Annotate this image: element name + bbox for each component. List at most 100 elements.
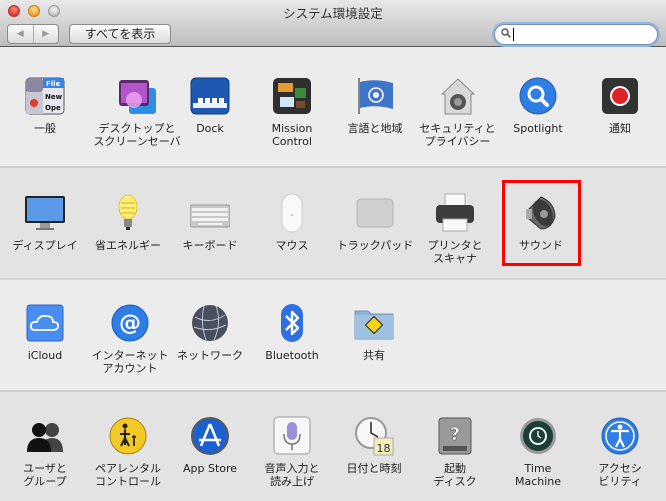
pane-label: 言語と地域 — [347, 122, 403, 135]
pane-icloud[interactable]: iCloud — [5, 303, 85, 362]
dock-icon — [190, 76, 230, 116]
network-globe-icon — [190, 303, 230, 343]
bluetooth-icon — [272, 303, 312, 343]
general-icon: File New Ope — [25, 76, 65, 116]
svg-text:File: File — [46, 80, 61, 88]
section-personal: File New Ope 一般 デスクトップと スクリーンセーバ Dock Mi… — [0, 47, 666, 166]
pane-label: Spotlight — [513, 122, 563, 135]
back-forward-control: ◀ ▶ — [7, 24, 59, 44]
pane-bluetooth[interactable]: Bluetooth — [252, 303, 332, 362]
display-monitor-icon — [25, 193, 65, 233]
notifications-record-icon — [600, 76, 640, 116]
pane-displays[interactable]: ディスプレイ — [5, 193, 85, 252]
pane-network[interactable]: ネットワーク — [170, 303, 250, 362]
pane-app-store[interactable]: App Store — [170, 416, 250, 475]
pane-label: 音声入力と 読み上げ — [264, 462, 320, 488]
pane-sharing[interactable]: 共有 — [334, 303, 414, 362]
trackpad-icon — [355, 193, 395, 233]
pane-label: トラックパッド — [336, 239, 414, 252]
pane-security-privacy[interactable]: セキュリティと プライバシー — [415, 76, 500, 148]
users-groups-icon — [25, 416, 65, 456]
pane-general[interactable]: File New Ope 一般 — [5, 76, 85, 135]
pane-label: デスクトップと スクリーンセーバ — [93, 122, 181, 148]
pane-label: Dock — [196, 122, 224, 135]
pane-dictation-speech[interactable]: 音声入力と 読み上げ — [252, 416, 332, 488]
pane-mouse[interactable]: マウス — [252, 193, 332, 252]
pane-label: Mission Control — [271, 122, 313, 148]
pane-time-machine[interactable]: Time Machine — [498, 416, 578, 488]
accessibility-icon — [600, 416, 640, 456]
pane-language-region[interactable]: 言語と地域 — [335, 76, 415, 135]
at-sign-icon: @ — [110, 303, 150, 343]
icloud-icon — [25, 303, 65, 343]
pane-dock[interactable]: Dock — [170, 76, 250, 135]
show-all-button[interactable]: すべてを表示 — [69, 24, 171, 44]
svg-text:@: @ — [119, 311, 141, 336]
window-toolbar: システム環境設定 ◀ ▶ すべてを表示 — [0, 0, 666, 47]
pane-label: iCloud — [27, 349, 63, 362]
pane-label: 日付と時刻 — [346, 462, 402, 475]
pane-energy-saver[interactable]: 省エネルギー — [88, 193, 168, 252]
pane-label: 省エネルギー — [95, 239, 161, 252]
svg-text:18: 18 — [377, 442, 391, 455]
pane-trackpad[interactable]: トラックパッド — [333, 193, 417, 252]
pane-label: App Store — [182, 462, 238, 475]
pane-label: サウンド — [519, 239, 563, 252]
pane-printers-scanners[interactable]: プリンタと スキャナ — [415, 193, 495, 265]
pane-label: Bluetooth — [265, 349, 319, 362]
pane-label: ネットワーク — [177, 349, 243, 362]
pane-label: 通知 — [609, 122, 631, 135]
startup-disk-icon: ? — [435, 416, 475, 456]
printer-icon — [435, 193, 475, 233]
pane-label: 共有 — [363, 349, 385, 362]
pane-label: セキュリティと プライバシー — [419, 122, 496, 148]
parental-controls-icon — [108, 416, 148, 456]
pane-label: ペアレンタル コントロール — [95, 462, 161, 488]
clock-calendar-icon: 18 — [354, 416, 394, 456]
pane-notifications[interactable]: 通知 — [580, 76, 660, 135]
pane-internet-accounts[interactable]: @ インターネット アカウント — [86, 303, 174, 375]
pane-label: 一般 — [34, 122, 56, 135]
desktop-screensaver-icon — [117, 76, 157, 116]
text-caret — [513, 28, 514, 41]
pane-label: マウス — [275, 239, 309, 252]
forward-button[interactable]: ▶ — [32, 25, 59, 43]
light-bulb-icon — [108, 193, 148, 233]
window-title: システム環境設定 — [283, 6, 383, 21]
microphone-icon — [272, 416, 312, 456]
app-store-icon — [190, 416, 230, 456]
svg-text:?: ? — [450, 424, 460, 445]
speaker-icon — [521, 193, 561, 233]
pane-keyboard[interactable]: キーボード — [170, 193, 250, 252]
section-system: ユーザと グループ ペアレンタル コントロール App Store 音声入力と … — [0, 390, 666, 501]
pane-mission-control[interactable]: Mission Control — [252, 76, 332, 148]
svg-text:New: New — [45, 93, 63, 101]
pane-sound[interactable]: サウンド — [501, 193, 581, 252]
mission-control-icon — [272, 76, 312, 116]
un-flag-icon — [355, 76, 395, 116]
pane-label: プリンタと スキャナ — [427, 239, 483, 265]
pane-accessibility[interactable]: アクセシ ビリティ — [580, 416, 660, 488]
pane-desktop-screensaver[interactable]: デスクトップと スクリーンセーバ — [92, 76, 182, 148]
pane-label: Time Machine — [514, 462, 562, 488]
svg-text:Ope: Ope — [45, 104, 61, 112]
pane-startup-disk[interactable]: ? 起動 ディスク — [415, 416, 495, 488]
search-icon — [501, 28, 511, 38]
security-house-icon — [438, 76, 478, 116]
back-button[interactable]: ◀ — [8, 25, 33, 43]
pane-label: アクセシ ビリティ — [598, 462, 642, 488]
section-internet-wireless: iCloud @ インターネット アカウント ネットワーク Bluetooth — [0, 278, 666, 390]
pane-label: ユーザと グループ — [23, 462, 67, 488]
pane-spotlight[interactable]: Spotlight — [498, 76, 578, 135]
pane-date-time[interactable]: 18 日付と時刻 — [334, 416, 414, 475]
pane-label: ディスプレイ — [12, 239, 78, 252]
pane-parental-controls[interactable]: ペアレンタル コントロール — [88, 416, 168, 488]
spotlight-magnifier-icon — [518, 76, 558, 116]
mouse-icon — [272, 193, 312, 233]
time-machine-icon — [518, 416, 558, 456]
sharing-folder-icon — [354, 303, 394, 343]
pane-users-groups[interactable]: ユーザと グループ — [5, 416, 85, 488]
pane-label: キーボード — [182, 239, 238, 252]
pane-label: インターネット アカウント — [91, 349, 169, 375]
search-input[interactable] — [494, 24, 658, 45]
